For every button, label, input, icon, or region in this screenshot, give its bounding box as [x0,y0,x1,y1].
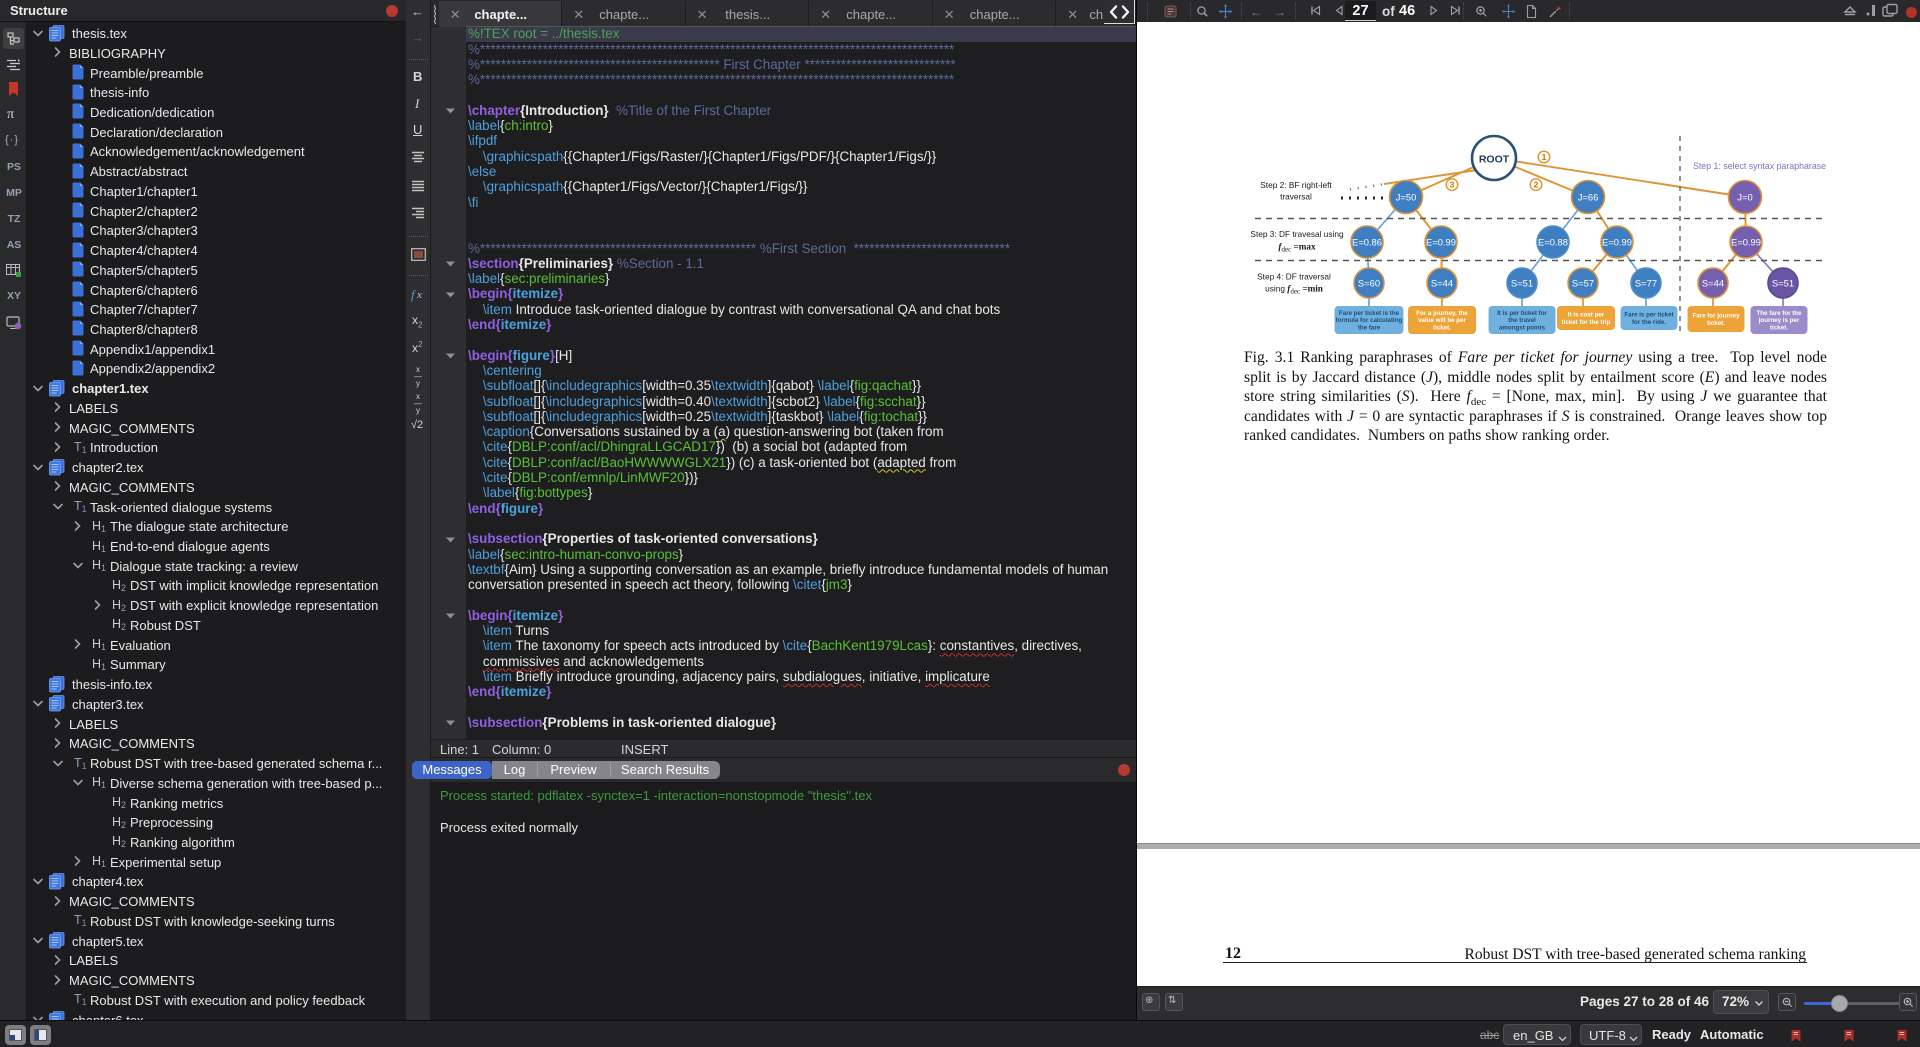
svg-text:amongst points: amongst points [1499,324,1546,331]
svg-text:The fare for the: The fare for the [1756,310,1802,317]
svg-text:E=0.88: E=0.88 [1538,236,1568,247]
svg-text:S=77: S=77 [1635,277,1657,288]
svg-text:using fdec =min: using fdec =min [1265,284,1323,296]
svg-text:For a journey, the: For a journey, the [1416,310,1468,317]
svg-text:ticket.: ticket. [1770,324,1788,331]
svg-text:J=50: J=50 [1396,191,1417,202]
svg-text:S=44: S=44 [1702,277,1724,288]
svg-text:journey is per: journey is per [1758,317,1800,324]
svg-text:value will be per: value will be per [1418,317,1466,324]
svg-text:S=60: S=60 [1358,277,1380,288]
svg-text:E=0.86: E=0.86 [1352,236,1382,247]
svg-text:It is per ticket for: It is per ticket for [1497,310,1547,317]
svg-text:S=51: S=51 [1511,277,1533,288]
svg-text:S=57: S=57 [1572,277,1594,288]
svg-text:for the ride.: for the ride. [1632,319,1666,326]
svg-text:ticket.: ticket. [1433,324,1451,331]
svg-text:2: 2 [1534,180,1539,190]
svg-text:E=0.99: E=0.99 [1426,236,1456,247]
svg-text:It is cost per: It is cost per [1568,312,1605,319]
svg-text:Fare per ticket is the: Fare per ticket is the [1339,310,1400,317]
svg-text:S=44: S=44 [1431,277,1453,288]
svg-text:S=51: S=51 [1772,277,1794,288]
svg-text:J=0: J=0 [1737,191,1752,202]
svg-text:ticket for the trip: ticket for the trip [1562,319,1611,326]
svg-text:fdec =max: fdec =max [1278,242,1316,254]
svg-text:ROOT: ROOT [1479,154,1510,166]
svg-text:Step 1: select syntax paraphar: Step 1: select syntax parapharase [1693,161,1826,171]
svg-text:traversal: traversal [1280,192,1312,202]
svg-text:formula for calculating: formula for calculating [1336,317,1403,324]
svg-text:Step 4: DF traversal: Step 4: DF traversal [1257,272,1331,282]
svg-text:1: 1 [1542,152,1547,162]
svg-text:Fare for journey: Fare for journey [1692,313,1740,320]
svg-text:J=66: J=66 [1578,191,1599,202]
svg-text:Fare is per ticket: Fare is per ticket [1624,312,1673,319]
svg-text:E=0.99: E=0.99 [1731,236,1761,247]
svg-text:Step 2: BF right-left: Step 2: BF right-left [1260,180,1332,190]
svg-text:ticket.: ticket. [1707,320,1725,327]
svg-text:Step 3: DF travesal using: Step 3: DF travesal using [1250,229,1344,239]
svg-text:the fare: the fare [1358,324,1381,331]
svg-text:E=0.99: E=0.99 [1602,236,1632,247]
svg-text:3: 3 [1450,180,1455,190]
svg-text:the travel: the travel [1508,317,1536,324]
